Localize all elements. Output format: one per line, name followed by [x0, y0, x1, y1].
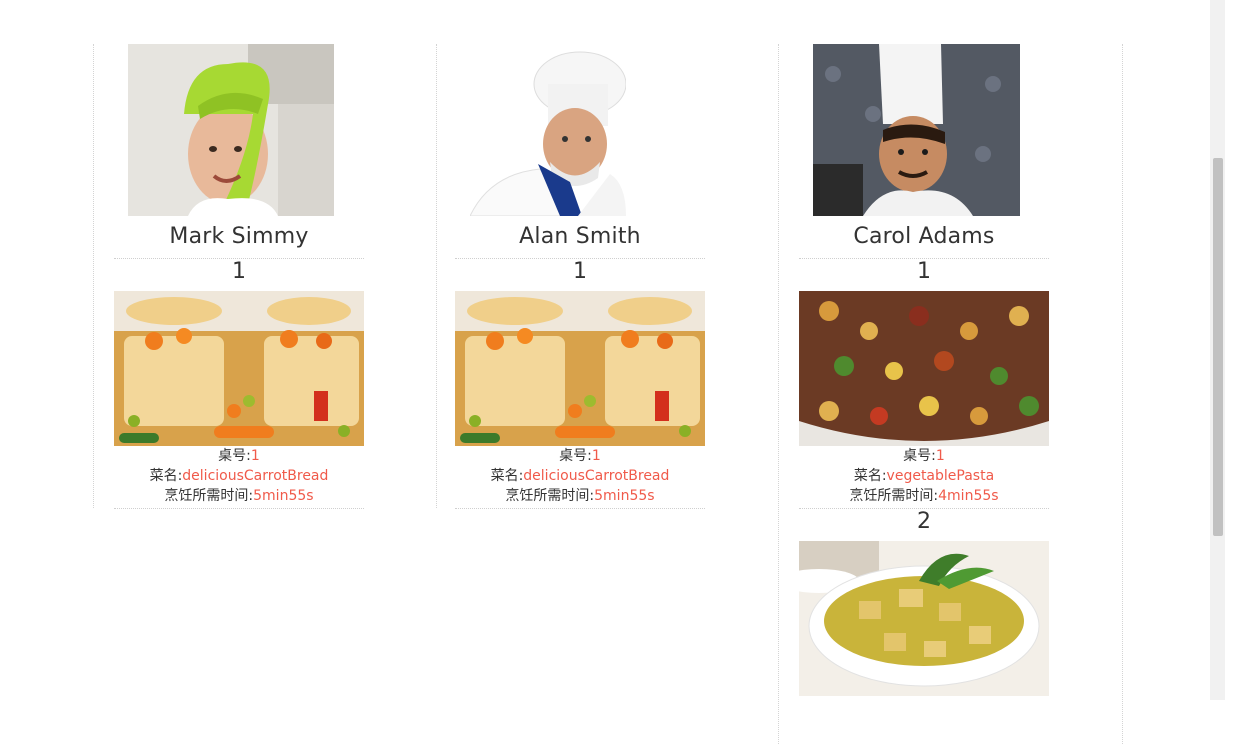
chef-name: Mark Simmy	[169, 224, 309, 249]
chef-avatar	[470, 44, 626, 216]
chef-name: Carol Adams	[853, 224, 995, 249]
table-line: 桌号:1	[455, 446, 705, 466]
order-card[interactable]: 1 桌号:1 菜名:deliciousCarrotBread 烹饪所需时间:5m…	[455, 259, 705, 509]
order-card[interactable]: 1 桌号:1 菜名:vegetablePasta 烹饪所需时间:4min55s	[799, 259, 1049, 509]
scrollbar-thumb[interactable]	[1213, 158, 1223, 536]
order-number: 2	[917, 509, 931, 534]
dish-image-pasta	[799, 291, 1049, 446]
dish-image-soup	[799, 541, 1049, 696]
dish-value: deliciousCarrotBread	[182, 468, 329, 484]
divider	[114, 508, 364, 509]
dish-line: 菜名:vegetablePasta	[799, 466, 1049, 486]
order-card[interactable]: 1 桌号:1 菜名:deliciousCarrotBread 烹饪所需时间:5m…	[114, 259, 364, 509]
order-info: 桌号:1 菜名:deliciousCarrotBread 烹饪所需时间:5min…	[455, 446, 705, 506]
dish-label: 菜名:	[490, 468, 524, 484]
vertical-scrollbar[interactable]	[1210, 0, 1225, 700]
time-value: 4min55s	[938, 488, 999, 504]
dish-label: 菜名:	[149, 468, 183, 484]
order-card[interactable]: 2	[799, 509, 1049, 696]
table-value: 1	[935, 448, 945, 464]
order-info: 桌号:1 菜名:vegetablePasta 烹饪所需时间:4min55s	[799, 446, 1049, 506]
dish-image-vol-au-vent	[455, 291, 705, 446]
time-line: 烹饪所需时间:4min55s	[799, 486, 1049, 506]
divider	[455, 508, 705, 509]
table-label: 桌号:	[903, 448, 936, 464]
dish-label: 菜名:	[853, 468, 887, 484]
dish-line: 菜名:deliciousCarrotBread	[455, 466, 705, 486]
dish-line: 菜名:deliciousCarrotBread	[114, 466, 364, 486]
table-line: 桌号:1	[799, 446, 1049, 466]
dish-image-vol-au-vent	[114, 291, 364, 446]
time-label: 烹饪所需时间:	[849, 488, 939, 504]
time-label: 烹饪所需时间:	[164, 488, 254, 504]
order-number: 1	[573, 259, 587, 284]
table-label: 桌号:	[559, 448, 592, 464]
chef-name: Alan Smith	[519, 224, 641, 249]
chef-column-3: Carol Adams 1 桌号:1 菜名:vegetablePasta 烹饪所…	[778, 44, 1123, 744]
order-number: 1	[917, 259, 931, 284]
chef-column-2: Alan Smith 1 桌号:1 菜名:deliciousCarrotBrea…	[435, 44, 779, 509]
time-value: 5min55s	[253, 488, 314, 504]
time-label: 烹饪所需时间:	[505, 488, 595, 504]
dish-value: vegetablePasta	[886, 468, 995, 484]
page: Mark Simmy 1 桌号:1 菜名:deliciousCarrotBrea…	[0, 0, 1225, 744]
chef-column-1: Mark Simmy 1 桌号:1 菜名:deliciousCarrotBrea…	[93, 44, 437, 509]
order-number: 1	[232, 259, 246, 284]
time-value: 5min55s	[594, 488, 655, 504]
table-line: 桌号:1	[114, 446, 364, 466]
table-value: 1	[591, 448, 601, 464]
time-line: 烹饪所需时间:5min55s	[455, 486, 705, 506]
chef-avatar	[813, 44, 1020, 216]
table-label: 桌号:	[218, 448, 251, 464]
table-value: 1	[250, 448, 260, 464]
time-line: 烹饪所需时间:5min55s	[114, 486, 364, 506]
order-info: 桌号:1 菜名:deliciousCarrotBread 烹饪所需时间:5min…	[114, 446, 364, 506]
chef-avatar	[128, 44, 334, 216]
dish-value: deliciousCarrotBread	[523, 468, 670, 484]
